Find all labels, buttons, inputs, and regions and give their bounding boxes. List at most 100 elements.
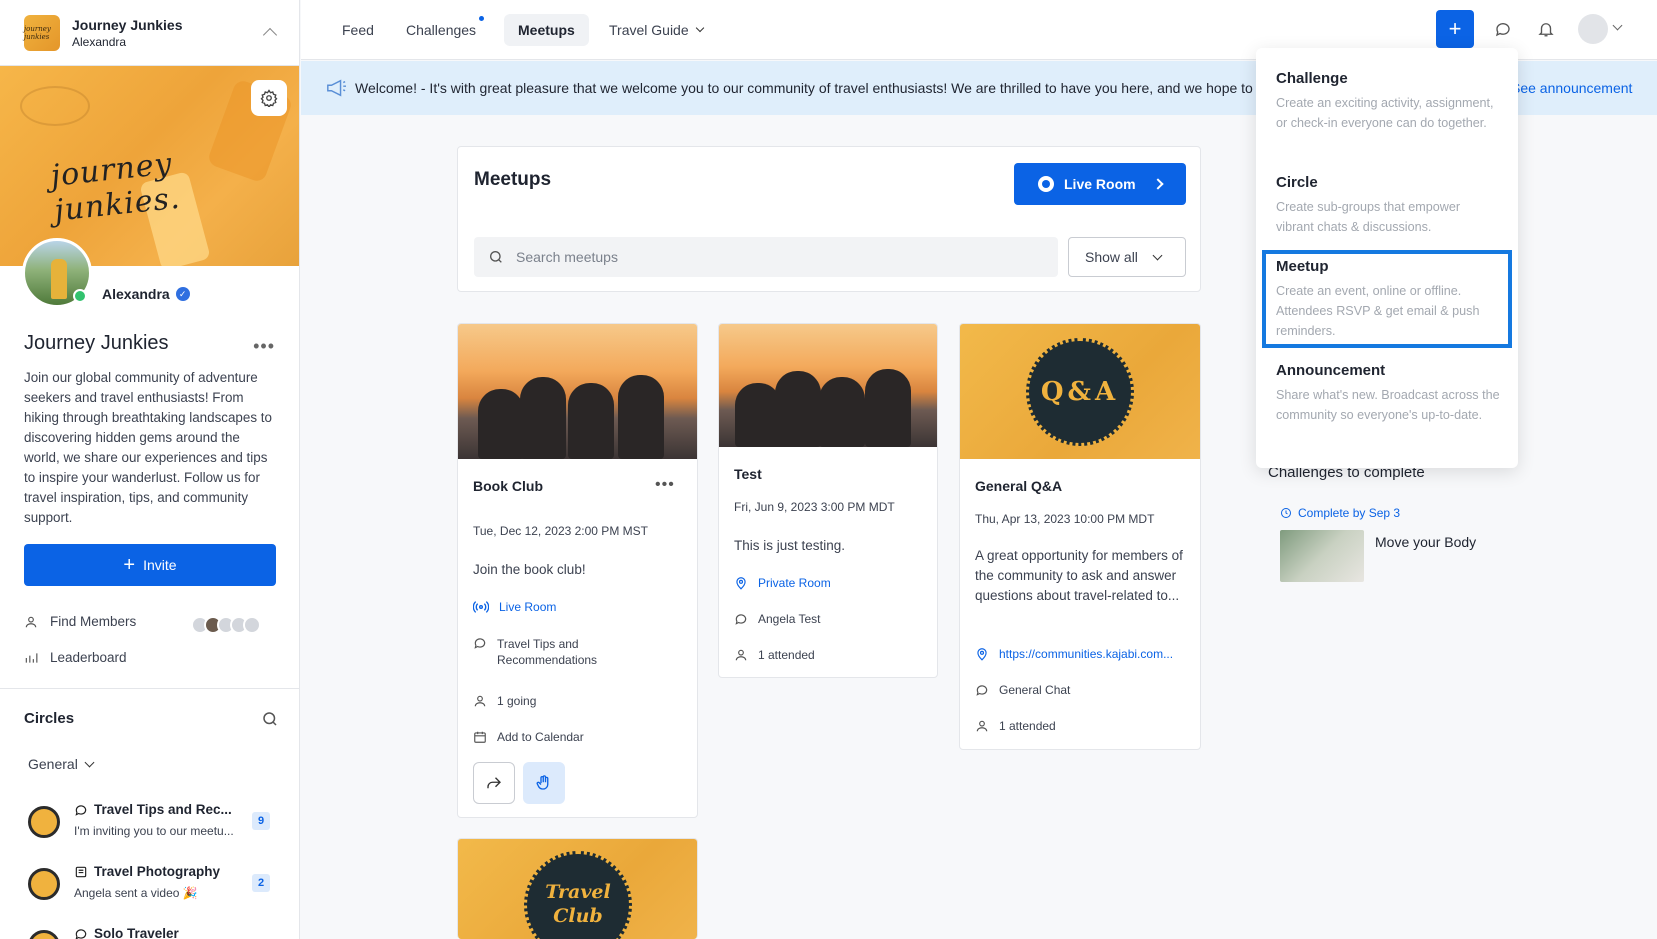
notification-dot (479, 16, 485, 21)
menu-item-title: Circle (1276, 174, 1318, 191)
invite-label: Invite (143, 557, 177, 573)
more-options-icon[interactable]: ••• (253, 336, 275, 357)
meetup-location[interactable]: https://communities.kajabi.com... (975, 647, 1173, 661)
tab-feed[interactable]: Feed (328, 14, 388, 46)
menu-item-meetup[interactable]: Meetup Create an event, online or offlin… (1276, 258, 1501, 341)
menu-item-desc: Create sub-groups that empower vibrant c… (1276, 200, 1461, 234)
chat-icon[interactable] (1492, 18, 1514, 40)
meetup-circle-label: Travel Tips and Recommendations (497, 637, 598, 667)
meetup-description: Join the book club! (473, 562, 586, 577)
circle-avatar (28, 930, 60, 939)
circles-header: Circles (24, 710, 75, 727)
circle-item[interactable]: Solo Traveler (24, 924, 276, 939)
tab-travel-guide-label: Travel Guide (609, 22, 689, 38)
banner-script: journey junkies. (49, 146, 183, 229)
circle-last-message: Angela sent a video 🎉 (74, 886, 198, 900)
chevron-down-icon (1152, 250, 1163, 260)
circle-item[interactable]: Travel Tips and Rec... I'm inviting you … (24, 800, 276, 850)
live-room-button[interactable]: Live Room (1014, 163, 1186, 205)
circle-title: Travel Tips and Rec... (94, 802, 232, 817)
meetup-circle[interactable]: Angela Test (734, 612, 821, 626)
menu-item-announcement[interactable]: Announcement Share what's new. Broadcast… (1276, 362, 1501, 425)
meetup-circle-label: Angela Test (758, 612, 821, 626)
sidebar: journey junkies Journey Junkies Alexandr… (0, 0, 300, 939)
challenge-thumbnail[interactable] (1280, 530, 1364, 582)
rsvp-button[interactable] (523, 762, 565, 804)
meetup-card[interactable]: Test Fri, Jun 9, 2023 3:00 PM MDT This i… (718, 323, 938, 678)
location-pin-icon (734, 576, 748, 590)
settings-button[interactable] (251, 80, 287, 116)
meetup-location-label: https://communities.kajabi.com... (999, 647, 1174, 661)
chevron-down-icon (695, 23, 704, 33)
meetup-date: Tue, Dec 12, 2023 2:00 PM MST (473, 524, 648, 538)
menu-item-circle[interactable]: Circle Create sub-groups that empower vi… (1276, 174, 1501, 237)
chevron-right-icon (1151, 178, 1164, 190)
share-button[interactable] (473, 762, 515, 804)
community-switcher[interactable]: journey junkies Journey Junkies Alexandr… (0, 0, 299, 66)
circle-item[interactable]: Travel Photography Angela sent a video 🎉… (24, 862, 276, 912)
meetup-image (719, 324, 937, 447)
meetup-attendance: 1 attended (734, 648, 815, 662)
meetup-card[interactable]: Book Club ••• Tue, Dec 12, 2023 2:00 PM … (457, 323, 698, 818)
verified-icon: ✓ (175, 287, 190, 301)
invite-button[interactable]: + Invite (24, 544, 276, 586)
meetup-location-label: Live Room (499, 600, 557, 614)
tab-challenges[interactable]: Challenges (392, 14, 490, 46)
tab-travel-guide[interactable]: Travel Guide (595, 14, 717, 46)
menu-item-title: Challenge (1276, 70, 1348, 87)
community-owner: Alexandra (72, 34, 127, 49)
meetup-attendance-label: 1 going (497, 694, 537, 708)
circle-title: Solo Traveler (94, 926, 179, 939)
chevron-down-icon (84, 757, 95, 767)
meetup-circle[interactable]: Travel Tips and Recommendations (473, 636, 617, 668)
show-all-select[interactable]: Show all (1068, 237, 1186, 277)
calendar-icon (473, 730, 487, 744)
menu-item-title: Meetup (1276, 258, 1329, 275)
page-title: Meetups (474, 169, 552, 190)
member-avatars[interactable] (191, 616, 261, 634)
meetup-location[interactable]: Private Room (734, 576, 831, 590)
show-all-label: Show all (1085, 249, 1138, 265)
record-icon (1038, 176, 1054, 192)
search-input[interactable]: Search meetups (474, 237, 1058, 277)
unread-badge: 2 (252, 874, 270, 892)
broadcast-icon (473, 600, 489, 614)
see-announcement-link[interactable]: See announcement (1511, 80, 1632, 96)
unread-badge: 9 (252, 812, 270, 830)
search-placeholder: Search meetups (516, 249, 618, 265)
bar-chart-icon (24, 651, 38, 665)
user-icon (473, 694, 487, 708)
meetup-location-label: Private Room (758, 576, 831, 590)
meetup-circle[interactable]: General Chat (975, 683, 1070, 697)
create-button[interactable]: + (1436, 10, 1474, 48)
meetup-circle-label: General Chat (999, 683, 1071, 697)
more-options-icon[interactable]: ••• (655, 476, 675, 494)
menu-item-desc: Create an exciting activity, assignment,… (1276, 96, 1494, 130)
menu-item-challenge[interactable]: Challenge Create an exciting activity, a… (1276, 70, 1501, 133)
meetups-panel: Meetups Live Room Search meetups Show al… (457, 146, 1201, 292)
bell-icon[interactable] (1535, 18, 1557, 40)
challenge-due: Complete by Sep 3 (1280, 506, 1400, 520)
badge-text: Club (553, 905, 603, 927)
find-members-link[interactable]: Find Members (24, 614, 136, 629)
user-avatar[interactable] (1578, 14, 1608, 44)
meetup-card[interactable]: Travel Club (457, 838, 698, 939)
circle-avatar (28, 806, 60, 838)
meetup-location[interactable]: Live Room (473, 600, 556, 614)
user-icon (24, 615, 38, 629)
chevron-up-icon[interactable] (262, 27, 278, 42)
meetup-attendance: 1 attended (975, 719, 1056, 733)
tab-meetups[interactable]: Meetups (504, 14, 589, 46)
chat-icon (975, 683, 989, 697)
find-members-label: Find Members (50, 614, 137, 629)
leaderboard-link[interactable]: Leaderboard (24, 650, 127, 665)
add-to-calendar[interactable]: Add to Calendar (473, 730, 584, 744)
search-icon[interactable] (261, 710, 279, 728)
community-banner: journey junkies. (0, 66, 299, 266)
challenge-name[interactable]: Move your Body (1375, 534, 1476, 550)
meetup-card[interactable]: Q&A General Q&A Thu, Apr 13, 2023 10:00 … (959, 323, 1201, 750)
circle-last-message: I'm inviting you to our meetu... (74, 824, 234, 838)
owner-avatar[interactable] (22, 238, 92, 308)
hand-icon (535, 774, 553, 792)
circle-filter-select[interactable]: General (28, 756, 95, 772)
